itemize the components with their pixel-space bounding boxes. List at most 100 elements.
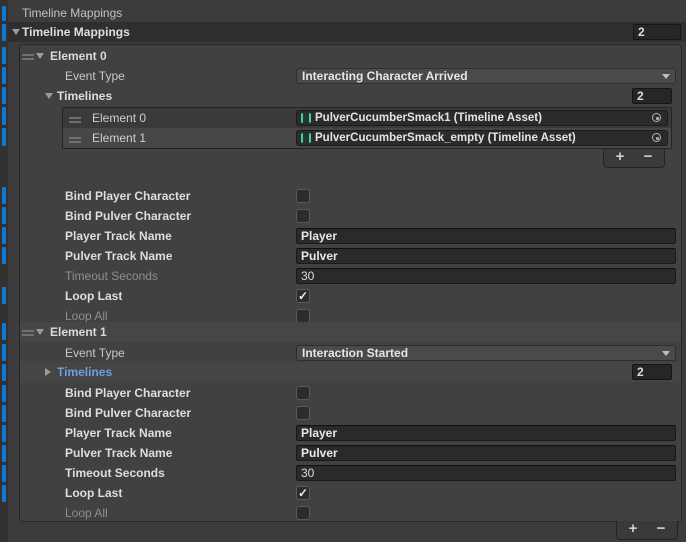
chevron-down-icon [662, 74, 670, 79]
bind-player-checkbox[interactable] [296, 189, 310, 203]
timelines-size-input[interactable] [632, 88, 672, 104]
override-marker [2, 287, 6, 304]
timelines-list: Element 0 PulverCucumberSmack1 (Timeline… [62, 107, 672, 149]
foldout-open-icon[interactable] [45, 93, 53, 99]
element0-title: Element 0 [50, 48, 107, 64]
element1-header[interactable]: Element 1 [20, 322, 681, 342]
player-track-input[interactable] [296, 228, 676, 244]
object-picker-icon[interactable] [649, 132, 665, 144]
event-type-dropdown[interactable]: Interacting Character Arrived [296, 68, 676, 84]
timeline-asset-icon [301, 133, 311, 143]
timeout-input[interactable] [296, 268, 676, 284]
override-marker [2, 445, 6, 462]
player-track-label: Player Track Name [65, 425, 172, 441]
foldout-closed-icon[interactable] [45, 368, 51, 376]
player-track-input[interactable] [296, 425, 676, 441]
timeline-asset-icon [301, 113, 311, 123]
timeout-label: Timeout Seconds [65, 465, 165, 481]
override-marker [2, 187, 6, 204]
foldout-open-icon[interactable] [36, 329, 44, 335]
timeline-mappings-list: Element 0 Event Type Interacting Charact… [19, 44, 682, 522]
loop-all-checkbox[interactable] [296, 309, 310, 323]
pulver-track-label: Pulver Track Name [65, 248, 172, 264]
bind-player-row: Bind Player Character [20, 186, 681, 206]
override-marker [2, 128, 6, 146]
drag-handle-icon[interactable] [22, 54, 34, 56]
event-type-row: Event Type Interacting Character Arrived [20, 66, 681, 86]
timeline-mappings-title: Timeline Mappings [22, 24, 130, 40]
array-size-input[interactable] [633, 24, 681, 40]
bind-pulver-label: Bind Pulver Character [65, 405, 191, 421]
override-marker [2, 465, 6, 482]
override-marker [2, 323, 6, 340]
override-marker [2, 207, 6, 224]
chevron-down-icon [662, 351, 670, 356]
timeout-input[interactable] [296, 465, 676, 481]
timeout-row: Timeout Seconds [20, 463, 681, 483]
bind-pulver-row: Bind Pulver Character [20, 403, 681, 423]
timeline-item-row[interactable]: Element 1 PulverCucumberSmack_empty (Tim… [63, 128, 671, 148]
event-type-dropdown[interactable]: Interaction Started [296, 345, 676, 361]
remove-element-button[interactable]: − [648, 521, 674, 538]
pulver-track-input[interactable] [296, 248, 676, 264]
timelines-header-row[interactable]: Timelines [20, 86, 681, 106]
override-marker [2, 227, 6, 244]
event-type-value: Interacting Character Arrived [302, 69, 468, 83]
timeline-item-label: Element 1 [92, 130, 146, 146]
timeline-object-value: PulverCucumberSmack_empty (Timeline Asse… [315, 132, 645, 145]
override-marker [2, 385, 6, 402]
bind-player-checkbox[interactable] [296, 386, 310, 400]
player-track-row: Player Track Name [20, 226, 681, 246]
loop-last-label: Loop Last [65, 288, 122, 304]
timelines-header-row-collapsed[interactable]: Timelines [20, 362, 681, 382]
drag-handle-icon[interactable] [69, 117, 81, 119]
loop-last-checkbox[interactable] [296, 486, 310, 500]
bind-player-label: Bind Player Character [65, 188, 190, 204]
loop-last-label: Loop Last [65, 485, 122, 501]
override-marker [2, 425, 6, 442]
drag-handle-icon[interactable] [69, 137, 81, 139]
loop-all-row: Loop All [20, 503, 681, 523]
timeline-mappings-list-footer: + − [616, 521, 678, 540]
timeline-item-row[interactable]: Element 0 PulverCucumberSmack1 (Timeline… [63, 108, 671, 128]
remove-element-button[interactable]: − [635, 149, 661, 166]
player-track-row: Player Track Name [20, 423, 681, 443]
override-marker [2, 344, 6, 361]
loop-last-checkbox[interactable] [296, 289, 310, 303]
bind-pulver-label: Bind Pulver Character [65, 208, 191, 224]
timeline-mappings-header[interactable]: Timeline Mappings [8, 22, 686, 42]
event-type-row: Event Type Interaction Started [20, 343, 681, 363]
override-marker [2, 67, 6, 84]
foldout-open-icon[interactable] [36, 53, 44, 59]
bind-pulver-checkbox[interactable] [296, 406, 310, 420]
object-picker-icon[interactable] [649, 112, 665, 124]
bind-player-label: Bind Player Character [65, 385, 190, 401]
drag-handle-icon[interactable] [22, 330, 34, 332]
override-marker [2, 47, 6, 64]
override-marker [2, 247, 6, 264]
timelines-label: Timelines [57, 88, 112, 104]
timeline-object-value: PulverCucumberSmack1 (Timeline Asset) [315, 112, 645, 125]
override-marker [2, 6, 6, 21]
bind-pulver-checkbox[interactable] [296, 209, 310, 223]
timeline-object-field[interactable]: PulverCucumberSmack1 (Timeline Asset) [296, 110, 668, 126]
event-type-label: Event Type [65, 345, 125, 361]
timelines-size-input[interactable] [632, 364, 672, 380]
override-marker [2, 107, 6, 125]
pulver-track-input[interactable] [296, 445, 676, 461]
loop-all-checkbox[interactable] [296, 506, 310, 520]
element0-header[interactable]: Element 0 [20, 46, 681, 66]
bind-pulver-row: Bind Pulver Character [20, 206, 681, 226]
event-type-value: Interaction Started [302, 346, 408, 360]
bind-player-row: Bind Player Character [20, 383, 681, 403]
property-label: Timeline Mappings [22, 5, 122, 21]
loop-last-row: Loop Last [20, 286, 681, 306]
override-marker [2, 364, 6, 381]
prefab-override-gutter [0, 0, 8, 542]
add-element-button[interactable]: + [620, 521, 646, 538]
timeline-object-field[interactable]: PulverCucumberSmack_empty (Timeline Asse… [296, 130, 668, 146]
foldout-open-icon[interactable] [12, 29, 20, 35]
timelines-list-footer: + − [603, 149, 665, 168]
loop-last-row: Loop Last [20, 483, 681, 503]
add-element-button[interactable]: + [607, 149, 633, 166]
